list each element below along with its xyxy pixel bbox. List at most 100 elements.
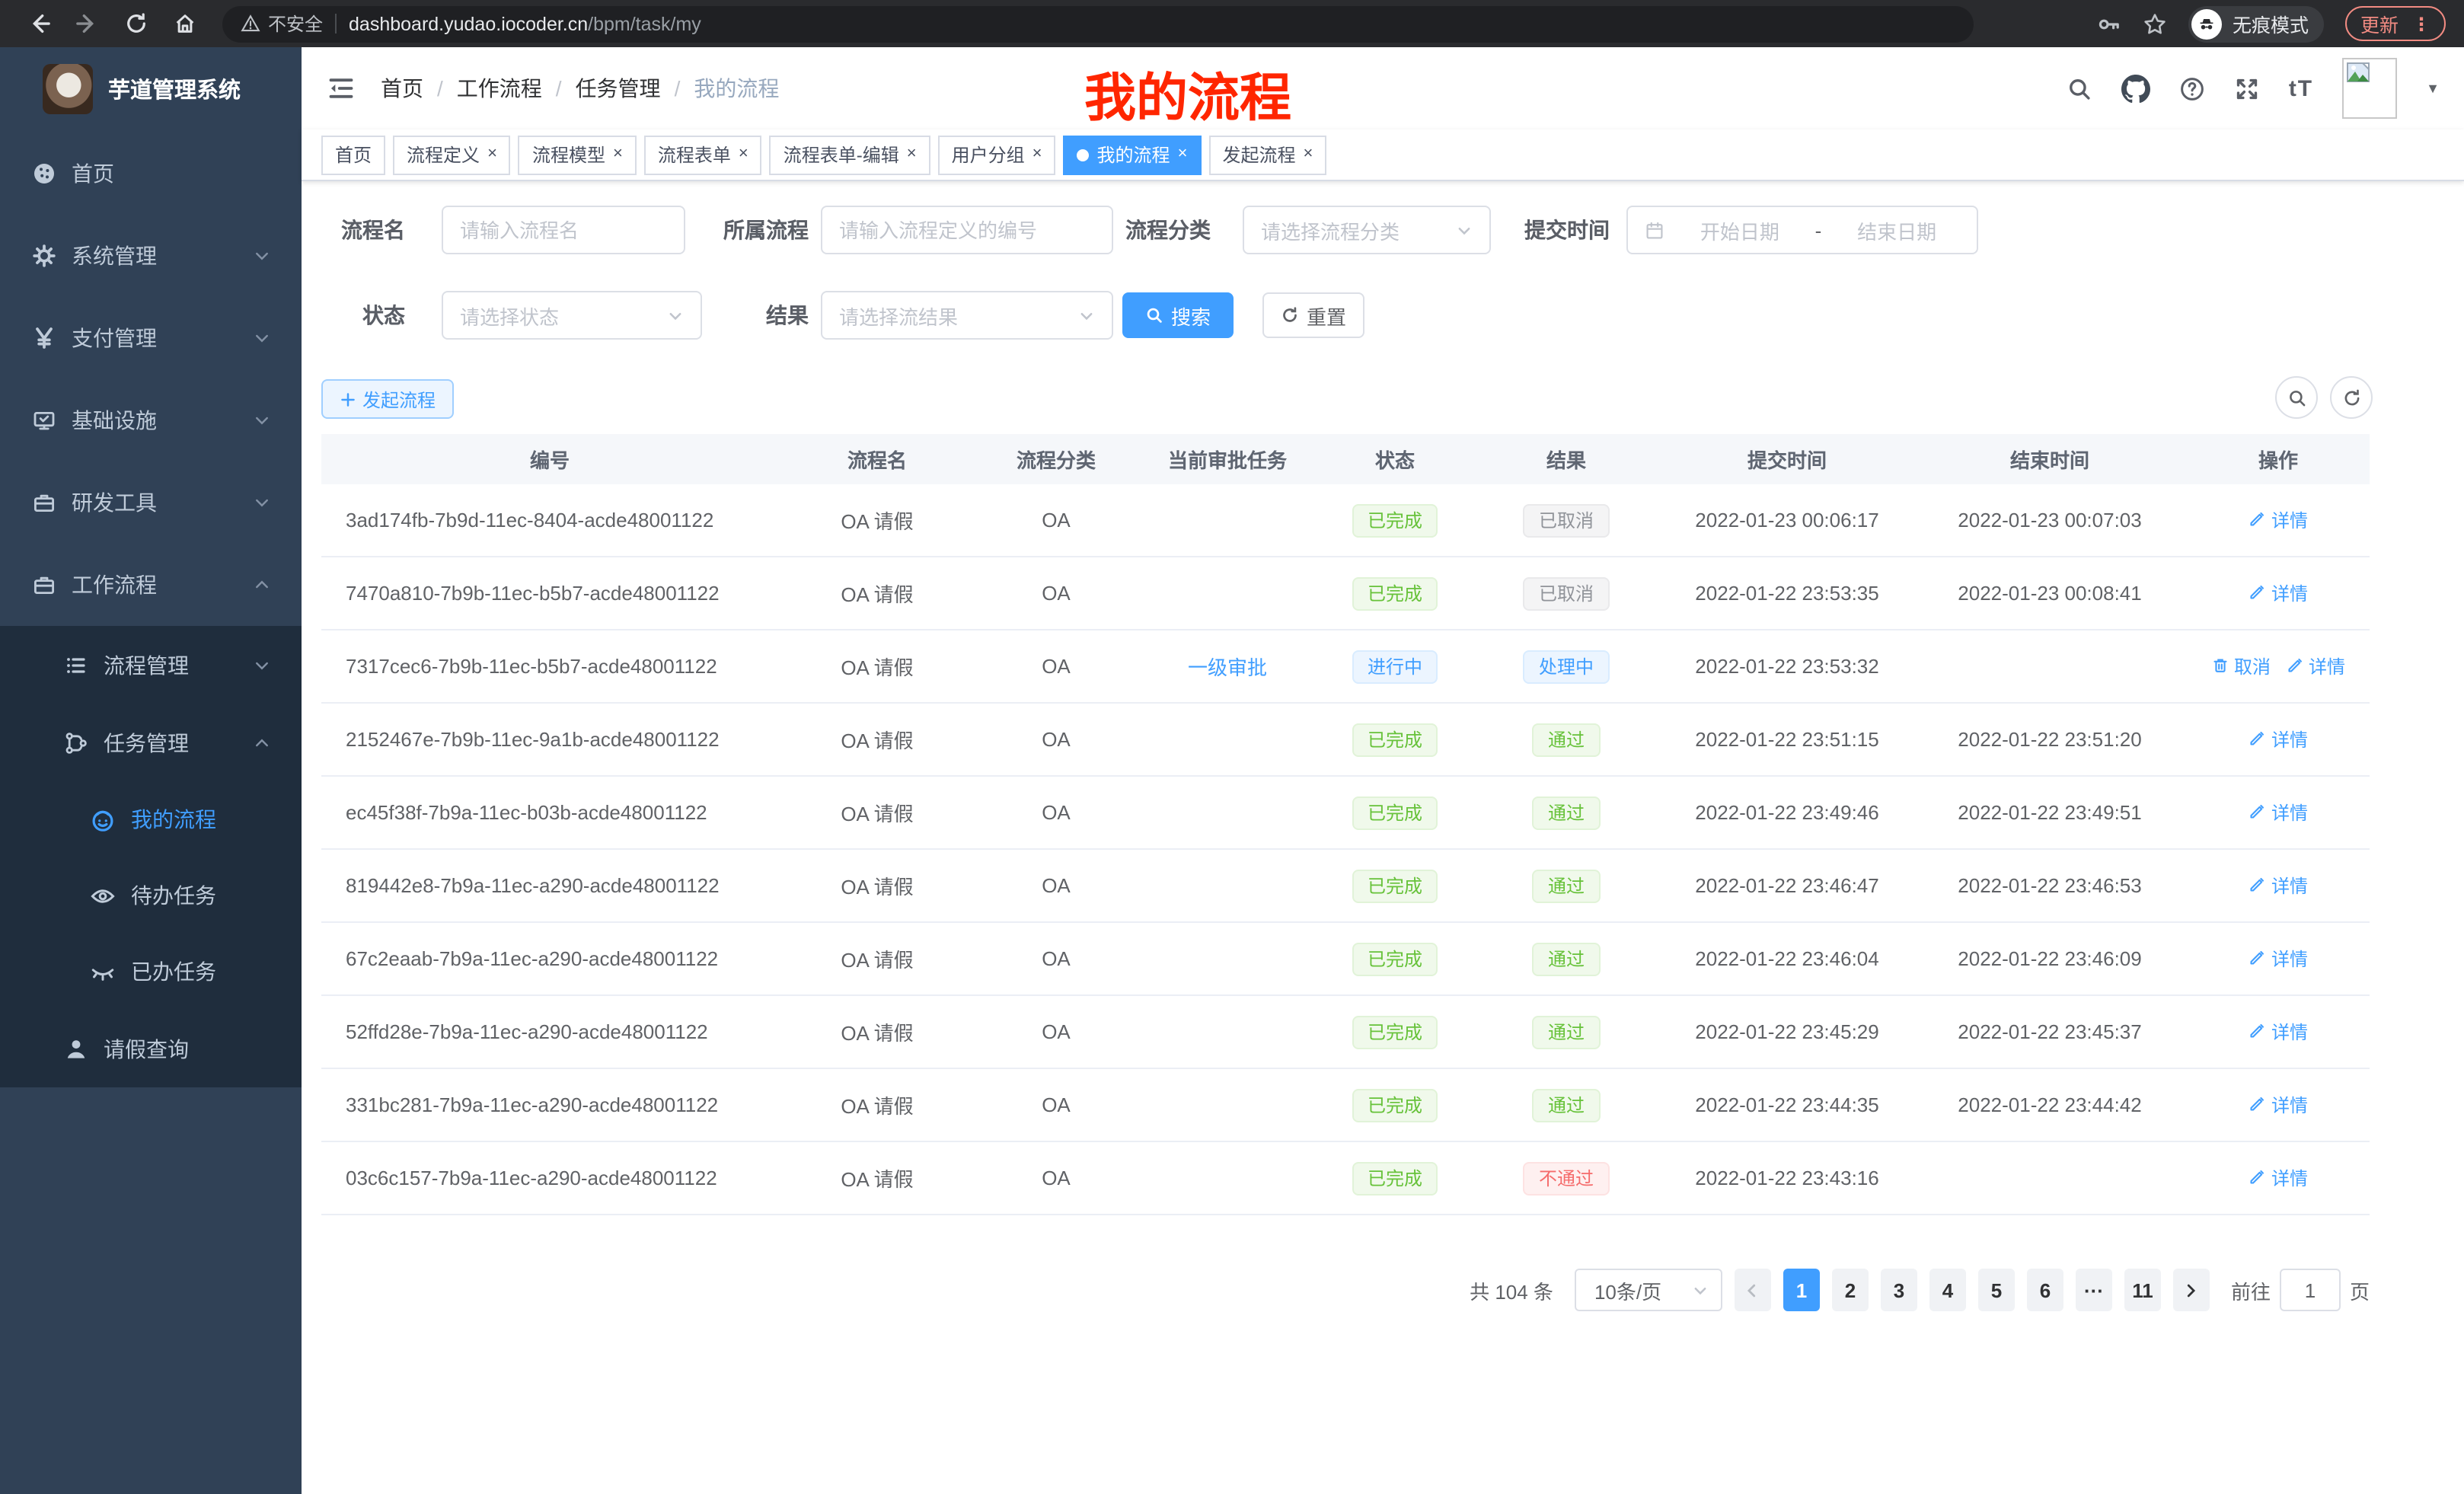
cell-category: OA <box>976 1167 1136 1189</box>
prev-page-button[interactable] <box>1735 1269 1771 1311</box>
page-button-3[interactable]: 3 <box>1881 1269 1917 1311</box>
sidebar-toggle-icon[interactable] <box>326 73 356 104</box>
detail-link[interactable]: 详情 <box>2249 1092 2308 1118</box>
github-icon[interactable] <box>2121 74 2150 103</box>
page-button-1[interactable]: 1 <box>1783 1269 1820 1311</box>
help-icon[interactable] <box>2179 75 2205 101</box>
back-icon[interactable] <box>18 4 58 43</box>
page-ellipsis[interactable]: ··· <box>2076 1269 2112 1311</box>
tab-流程表单-编辑[interactable]: 流程表单-编辑× <box>770 135 930 174</box>
page-button-4[interactable]: 4 <box>1929 1269 1966 1311</box>
status-badge: 已完成 <box>1352 1088 1438 1122</box>
sidebar-item-workflow[interactable]: 工作流程 <box>0 544 302 626</box>
forward-icon[interactable] <box>67 4 107 43</box>
process-name-input[interactable] <box>442 206 685 254</box>
sidebar-item-task-mgmt[interactable]: 任务管理 <box>0 704 302 781</box>
fullscreen-icon[interactable] <box>2234 75 2260 101</box>
key-icon[interactable] <box>2097 11 2121 36</box>
sidebar-item-todo-task[interactable]: 待办任务 <box>0 857 302 934</box>
process-definition-field[interactable] <box>839 219 1095 241</box>
detail-link[interactable]: 详情 <box>2249 580 2308 606</box>
reset-button[interactable]: 重置 <box>1262 292 1364 338</box>
close-icon[interactable]: × <box>613 146 623 163</box>
detail-link[interactable]: 详情 <box>2249 507 2308 533</box>
sidebar-logo[interactable]: 芋道管理系统 <box>0 47 302 132</box>
home-icon[interactable] <box>164 4 204 43</box>
page-button-11[interactable]: 11 <box>2124 1269 2161 1311</box>
filter-status-label: 状态 <box>338 291 405 340</box>
page-size-select[interactable]: 10条/页 <box>1575 1269 1722 1311</box>
bookmark-star-icon[interactable] <box>2143 11 2167 36</box>
next-page-button[interactable] <box>2173 1269 2210 1311</box>
tab-流程表单[interactable]: 流程表单× <box>644 135 762 174</box>
sidebar-item-system[interactable]: 系统管理 <box>0 215 302 297</box>
avatar-dropdown-icon[interactable]: ▼ <box>2426 81 2440 96</box>
page-button-5[interactable]: 5 <box>1978 1269 2015 1311</box>
dashboard-icon <box>32 161 56 186</box>
tab-label: 我的流程 <box>1097 142 1170 168</box>
address-bar[interactable]: 不安全 dashboard.yudao.iocoder.cn/bpm/task/… <box>222 5 1974 42</box>
sidebar-item-devtools[interactable]: 研发工具 <box>0 461 302 544</box>
cell-result: 处理中 <box>1471 650 1661 683</box>
page-button-2[interactable]: 2 <box>1832 1269 1869 1311</box>
breadcrumb-item[interactable]: 工作流程 <box>457 73 542 104</box>
close-icon[interactable]: × <box>1303 146 1313 163</box>
process-definition-input[interactable] <box>821 206 1113 254</box>
font-size-icon[interactable]: tT <box>2289 75 2313 101</box>
detail-link[interactable]: 详情 <box>2249 800 2308 825</box>
sidebar-item-home[interactable]: 首页 <box>0 132 302 215</box>
close-icon[interactable]: × <box>907 146 917 163</box>
tab-流程模型[interactable]: 流程模型× <box>519 135 637 174</box>
security-status[interactable]: 不安全 <box>241 11 323 37</box>
breadcrumb-item[interactable]: 任务管理 <box>576 73 661 104</box>
detail-link[interactable]: 详情 <box>2249 1019 2308 1045</box>
search-button[interactable]: 搜索 <box>1122 292 1234 338</box>
submit-time-range-picker[interactable]: 开始日期 - 结束日期 <box>1626 206 1978 254</box>
sidebar-item-done-task[interactable]: 已办任务 <box>0 934 302 1010</box>
toggle-search-button[interactable] <box>2275 376 2318 419</box>
refresh-table-button[interactable] <box>2330 376 2373 419</box>
reload-icon[interactable] <box>116 4 155 43</box>
detail-link[interactable]: 详情 <box>2286 653 2345 679</box>
detail-link[interactable]: 详情 <box>2249 946 2308 972</box>
cell-status: 已完成 <box>1319 723 1471 756</box>
breadcrumb-item[interactable]: 首页 <box>381 73 423 104</box>
column-header: 结果 <box>1471 445 1661 474</box>
cell-process-name: OA 请假 <box>778 725 976 754</box>
top-navbar: 首页/工作流程/任务管理/我的流程 tT ▼ <box>302 47 2464 129</box>
process-name-field[interactable] <box>460 219 667 241</box>
browser-menu-icon[interactable]: ⋮ <box>2412 14 2430 33</box>
cell-process-name: OA 请假 <box>778 871 976 900</box>
search-icon[interactable] <box>2067 75 2092 101</box>
detail-link[interactable]: 详情 <box>2249 873 2308 899</box>
tab-流程定义[interactable]: 流程定义× <box>393 135 511 174</box>
status-select[interactable]: 请选择状态 <box>442 291 702 340</box>
close-icon[interactable]: × <box>1033 146 1042 163</box>
tab-我的流程[interactable]: 我的流程 × <box>1064 135 1202 174</box>
tab-首页[interactable]: 首页 <box>321 135 385 174</box>
cancel-link[interactable]: 取消 <box>2211 653 2271 679</box>
current-task-link[interactable]: 一级审批 <box>1188 656 1267 679</box>
detail-link[interactable]: 详情 <box>2249 726 2308 752</box>
sidebar-item-payment[interactable]: 支付管理 <box>0 297 302 379</box>
tab-发起流程[interactable]: 发起流程× <box>1208 135 1326 174</box>
close-icon[interactable]: × <box>487 146 497 163</box>
sidebar-item-process-mgmt[interactable]: 流程管理 <box>0 626 302 704</box>
avatar[interactable] <box>2342 58 2397 119</box>
cell-end-time: 2022-01-22 23:45:37 <box>1913 1020 2187 1043</box>
create-process-button[interactable]: 发起流程 <box>321 379 454 419</box>
sidebar-item-infra[interactable]: 基础设施 <box>0 379 302 461</box>
close-icon[interactable]: × <box>1178 146 1188 163</box>
result-select[interactable]: 请选择流结果 <box>821 291 1113 340</box>
chevron-down-icon <box>667 307 684 324</box>
page-button-6[interactable]: 6 <box>2027 1269 2063 1311</box>
cell-process-id: ec45f38f-7b9a-11ec-b03b-acde48001122 <box>321 801 778 824</box>
tab-用户分组[interactable]: 用户分组× <box>938 135 1056 174</box>
category-select[interactable]: 请选择流程分类 <box>1243 206 1491 254</box>
sidebar-item-leave-query[interactable]: 请假查询 <box>0 1010 302 1087</box>
detail-link[interactable]: 详情 <box>2249 1165 2308 1191</box>
close-icon[interactable]: × <box>739 146 748 163</box>
update-button[interactable]: 更新 ⋮ <box>2345 6 2446 41</box>
goto-page-input[interactable] <box>2280 1269 2341 1311</box>
sidebar-item-my-process[interactable]: 我的流程 <box>0 781 302 857</box>
